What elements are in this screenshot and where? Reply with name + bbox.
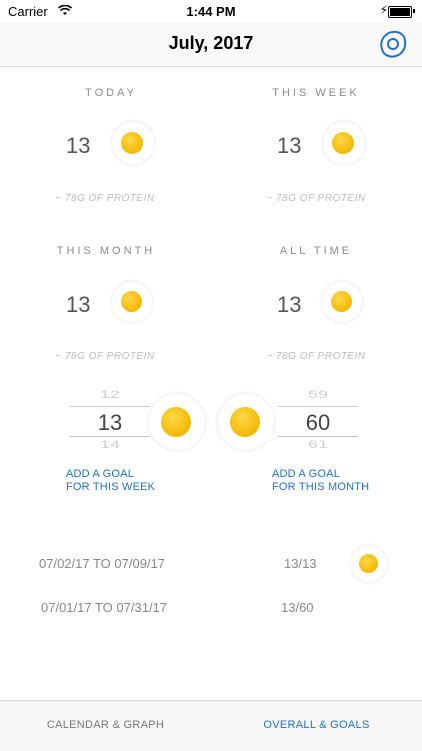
picker-next-value: 61	[307, 438, 329, 451]
picker-prev-value: 59	[307, 388, 329, 401]
today-protein: ~ 78G OF PROTEIN	[55, 193, 155, 204]
this-month-protein: ~ 78G OF PROTEIN	[55, 351, 155, 362]
fried-egg-icon	[149, 394, 205, 450]
goal-row-progress: 13/13	[284, 556, 317, 571]
fried-egg-icon	[112, 122, 154, 164]
this-week-count: 13	[277, 133, 302, 158]
picker-prev-value: 12	[99, 388, 121, 401]
goal-row-range: 07/01/17 TO 07/31/17	[41, 600, 168, 615]
month-goal-picker[interactable]: 59 60 61	[278, 384, 358, 456]
add-month-goal-line1: ADD A GOAL	[272, 468, 341, 480]
fried-egg-icon	[112, 282, 152, 322]
fried-egg-outline-icon[interactable]	[378, 29, 408, 59]
add-week-goal-line1: ADD A GOAL	[66, 468, 135, 480]
goal-row-range: 07/02/17 TO 07/09/17	[39, 556, 166, 571]
all-time-count: 13	[277, 292, 302, 317]
this-week-protein: ~ 78G OF PROTEIN	[266, 193, 366, 204]
fried-egg-icon	[323, 122, 365, 164]
tab-calendar-graph[interactable]: CALENDAR & GRAPH	[0, 719, 211, 731]
goal-row-progress: 13/60	[281, 600, 314, 615]
add-month-goal-link[interactable]: ADD A GOAL FOR THIS MONTH	[272, 468, 369, 494]
status-time: 1:44 PM	[186, 4, 236, 19]
today-count: 13	[66, 133, 91, 158]
navigation-bar: July, 2017	[0, 22, 422, 67]
add-month-goal-line2: FOR THIS MONTH	[272, 481, 370, 493]
this-week-heading: THIS WEEK	[272, 87, 360, 99]
picker-selected-value: 60	[305, 410, 331, 435]
this-month-count: 13	[66, 292, 91, 317]
tab-bar: CALENDAR & GRAPH OVERALL & GOALS	[0, 700, 422, 751]
picker-next-value: 14	[99, 438, 121, 451]
add-week-goal-line2: FOR THIS WEEK	[66, 481, 156, 493]
page-title: July, 2017	[168, 33, 254, 53]
this-month-heading: THIS MONTH	[56, 245, 156, 257]
picker-selected-value: 13	[97, 410, 123, 435]
tab-overall-goals[interactable]: OVERALL & GOALS	[211, 719, 422, 731]
all-time-protein: ~ 78G OF PROTEIN	[266, 351, 366, 362]
charging-icon: ⚡	[379, 3, 388, 17]
week-goal-picker[interactable]: 12 13 14	[70, 384, 150, 456]
status-bar: Carrier 1:44 PM ⚡	[0, 0, 422, 22]
fried-egg-icon	[322, 282, 362, 322]
today-heading: TODAY	[85, 87, 137, 99]
all-time-heading: ALL TIME	[279, 245, 353, 257]
fried-egg-icon	[218, 394, 274, 450]
add-week-goal-link[interactable]: ADD A GOAL FOR THIS WEEK	[66, 468, 155, 494]
fried-egg-icon	[351, 546, 387, 582]
battery-icon	[388, 6, 412, 18]
